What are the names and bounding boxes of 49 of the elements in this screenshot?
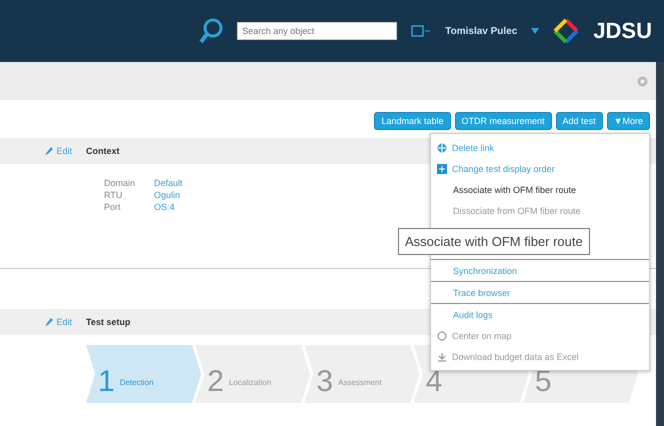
field-label: Port — [104, 202, 122, 212]
menu-item[interactable]: Associate with OFM fiber route — [431, 179, 649, 200]
step-number: 2 — [207, 367, 224, 397]
menu-item-label: Audit logs — [453, 310, 493, 320]
field-label: Domain — [104, 178, 136, 188]
circle-icon — [437, 330, 447, 340]
step-number: 3 — [316, 367, 334, 397]
action-button[interactable]: ▼More — [606, 112, 650, 130]
pencil-icon — [44, 317, 54, 327]
step-number: 5 — [534, 367, 552, 397]
menu-item[interactable]: Change test display order — [431, 158, 649, 179]
step-label: Assessment — [338, 378, 382, 389]
menu-item-label: Change test display order — [452, 164, 555, 174]
monitor-icon[interactable] — [411, 25, 432, 37]
menu-item[interactable]: Delete link — [431, 137, 649, 158]
action-button[interactable]: Landmark table — [374, 112, 451, 130]
user-name[interactable]: Tomislav Pulec — [445, 26, 518, 36]
menu-item-label: Delete link — [452, 142, 494, 152]
download-icon — [437, 352, 447, 362]
edit-link[interactable]: Edit — [0, 317, 86, 327]
menu-item-label: Center on map — [452, 330, 512, 340]
action-button[interactable]: OTDR measurement — [454, 112, 552, 130]
menu-item-label: Dissociate from OFM fiber route — [453, 206, 581, 216]
menu-item-label: Trace browser — [453, 288, 510, 298]
section-title: Test setup — [86, 317, 130, 327]
edit-link[interactable]: Edit — [0, 146, 86, 156]
step-number: 4 — [426, 367, 442, 397]
menu-item[interactable]: Synchronization — [431, 259, 649, 281]
section-title: Context — [86, 146, 120, 156]
search-icon — [199, 18, 224, 44]
menu-item[interactable]: Audit logs — [431, 303, 649, 325]
menu-item[interactable]: Trace browser — [431, 281, 649, 303]
logo-icon — [553, 18, 580, 44]
field-value[interactable]: Ogulin — [154, 190, 183, 200]
field-value[interactable]: OS:4 — [154, 202, 183, 212]
menu-item-label: Associate with OFM fiber route — [453, 184, 576, 194]
caret-icon[interactable] — [531, 28, 540, 34]
search-field[interactable]: Search any object — [237, 22, 398, 40]
menu-item-label: Synchronization — [453, 266, 518, 276]
tooltip: Associate with OFM fiber route — [398, 228, 590, 255]
step-label: Detection — [120, 378, 154, 389]
field-label: RTU — [104, 190, 124, 200]
action-button[interactable]: Add test — [556, 112, 603, 130]
step-label: Localization — [228, 378, 272, 389]
pencil-icon — [44, 146, 54, 156]
step-number: 1 — [98, 367, 115, 397]
field-value[interactable]: Default — [154, 178, 183, 188]
plus-icon — [437, 164, 447, 174]
logo-text: JDSU — [593, 18, 652, 44]
